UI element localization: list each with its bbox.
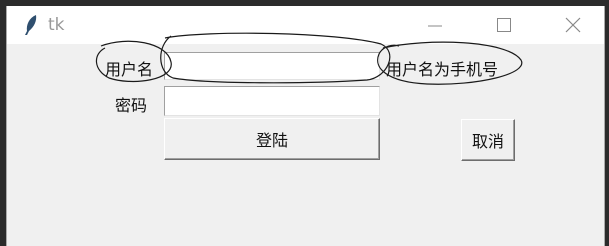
username-input[interactable] bbox=[164, 52, 380, 80]
login-button[interactable]: 登陆 bbox=[164, 118, 380, 160]
maximize-icon bbox=[497, 18, 511, 32]
username-label: 用户名 bbox=[105, 60, 154, 79]
maximize-button[interactable] bbox=[481, 6, 527, 44]
minimize-icon bbox=[428, 25, 442, 27]
username-hint: 用户名为手机号 bbox=[386, 60, 499, 79]
window-title: tk bbox=[48, 15, 65, 35]
close-button[interactable] bbox=[550, 6, 596, 44]
feather-icon bbox=[23, 14, 39, 36]
password-label: 密码 bbox=[115, 96, 148, 115]
cancel-button[interactable]: 取消 bbox=[461, 119, 515, 161]
close-icon bbox=[565, 17, 581, 33]
title-bar[interactable]: tk bbox=[7, 6, 604, 44]
password-input[interactable] bbox=[164, 86, 380, 116]
app-window: tk 用户名 用户名为手机号 密码 登陆 取消 bbox=[6, 6, 605, 246]
minimize-button[interactable] bbox=[412, 6, 458, 44]
